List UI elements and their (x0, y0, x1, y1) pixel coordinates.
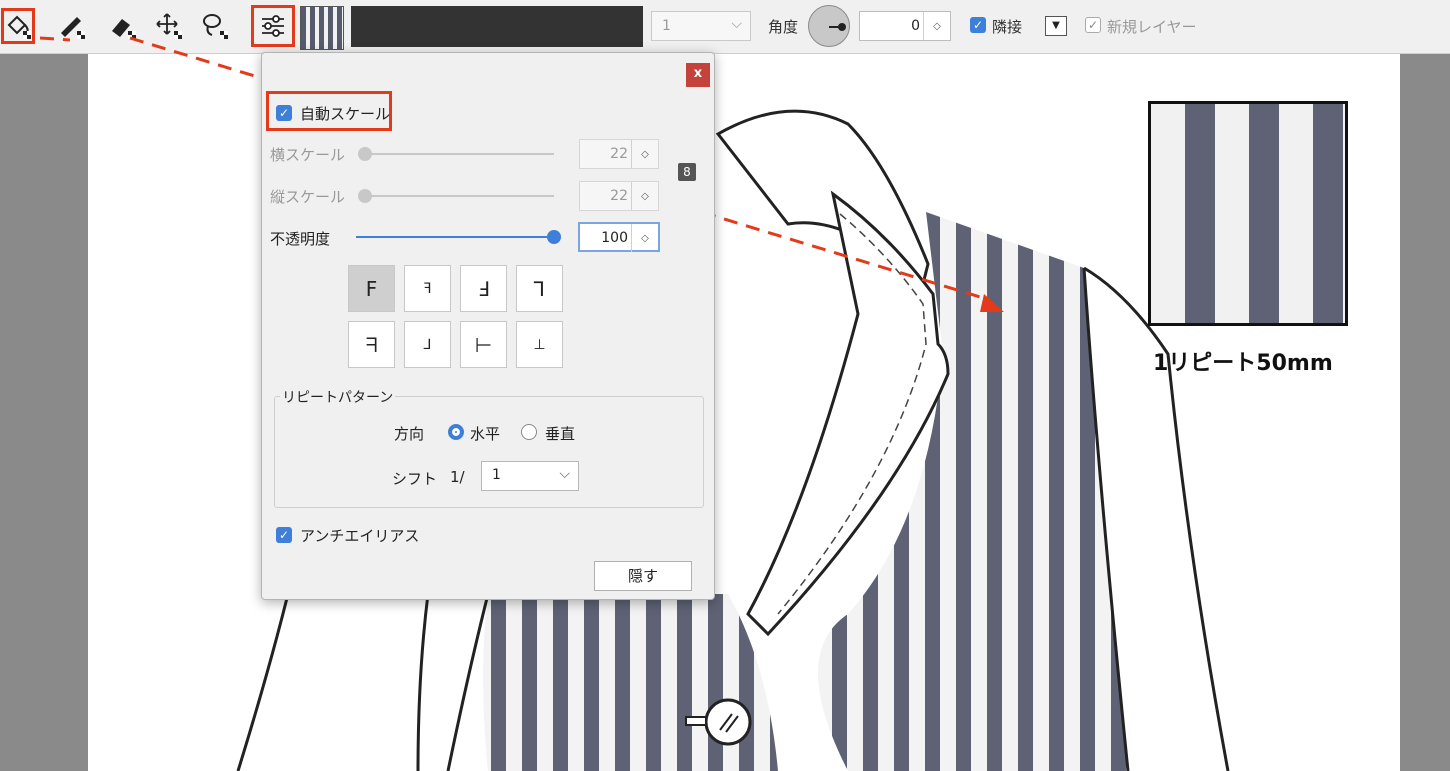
horizontal-radio[interactable] (448, 424, 464, 440)
flip-rotate-270-button[interactable]: ⅂ (516, 265, 563, 312)
opacity-knob[interactable] (547, 230, 561, 244)
flip-label: ⅂ (533, 276, 546, 301)
repeat-pattern-group (274, 396, 704, 508)
new-layer-checkbox[interactable]: ✓ (1085, 17, 1101, 33)
v-scale-input[interactable]: 22 ◇ (579, 181, 659, 211)
h-scale-value: 22 (610, 146, 628, 162)
vertical-label: 垂直 (545, 425, 576, 443)
size-select[interactable]: 1 ⌵ (651, 11, 751, 41)
flip-label: ᖷ (365, 332, 378, 357)
flip-mirror-button[interactable]: Ⅎ (460, 265, 507, 312)
adjacent-label: 隣接 (992, 18, 1023, 36)
auto-scale-label: 自動スケール (300, 105, 391, 123)
flip-vertical-90-button[interactable]: ⅃ (404, 321, 451, 368)
v-scale-knob[interactable] (358, 189, 372, 203)
sample-caption: 1リピート50mm (1153, 351, 1333, 376)
auto-scale-checkbox[interactable]: ✓ (276, 105, 292, 121)
flip-label: ⊢ (474, 332, 493, 357)
flip-rotate-180-button[interactable]: ⊢ (460, 321, 507, 368)
flip-label: Ⅎ (477, 276, 490, 301)
toolbar: 1 ⌵ 角度 0 ◇ ✓ 隣接 ▼ ✓ 新規レイヤー (0, 0, 1450, 54)
size-value: 1 (662, 18, 671, 34)
shift-label: シフト (392, 470, 438, 488)
opacity-slider[interactable] (356, 236, 554, 238)
fill-bucket-icon (7, 15, 31, 39)
direction-label: 方向 (394, 425, 425, 443)
pattern-sample-image (1148, 101, 1348, 326)
v-scale-slider[interactable] (362, 195, 554, 197)
move-icon (156, 13, 182, 39)
angle-label: 角度 (768, 18, 799, 36)
spinner-arrows-icon[interactable]: ◇ (631, 182, 658, 210)
pattern-settings-dialog: x ✓ 自動スケール 横スケール 22 ◇ 8 縦スケール 22 ◇ 不透明度 … (261, 52, 715, 600)
flip-label: ⊥ (533, 336, 546, 353)
flip-normal-label: F (365, 276, 378, 301)
adjacent-dropdown[interactable]: ▼ (1045, 16, 1067, 36)
h-scale-label: 横スケール (270, 146, 346, 164)
angle-input[interactable]: 0 ◇ (859, 11, 951, 41)
new-layer-label: 新規レイヤー (1107, 18, 1197, 36)
v-scale-label: 縦スケール (270, 188, 346, 206)
vertical-radio[interactable] (521, 424, 537, 440)
h-scale-knob[interactable] (358, 147, 372, 161)
brush-tool[interactable] (55, 8, 89, 44)
pattern-settings-button[interactable] (251, 5, 295, 47)
brush-icon (61, 17, 85, 39)
flip-label: ꟻ (423, 280, 432, 297)
opacity-input[interactable]: 100 ◇ (578, 222, 660, 252)
shift-value: 1 (492, 467, 501, 483)
opacity-value: 100 (601, 230, 628, 246)
shift-prefix: 1/ (450, 468, 465, 486)
move-tool[interactable] (152, 8, 186, 44)
chevron-down-icon: ⌵ (559, 466, 570, 482)
antialias-checkbox[interactable]: ✓ (276, 527, 292, 543)
spinner-arrows-icon[interactable]: ◇ (923, 12, 950, 40)
eraser-icon (112, 19, 136, 39)
eraser-tool[interactable] (106, 8, 140, 44)
pattern-swatch[interactable] (300, 6, 344, 50)
flip-vertical-270-button[interactable]: ⊥ (516, 321, 563, 368)
close-button[interactable]: x (686, 63, 710, 87)
angle-dial[interactable] (808, 5, 850, 47)
pattern-preview-field[interactable] (351, 6, 643, 47)
h-scale-input[interactable]: 22 ◇ (579, 139, 659, 169)
spinner-arrows-icon[interactable]: ◇ (631, 224, 658, 252)
hide-button[interactable]: 隠す (594, 561, 692, 591)
opacity-label: 不透明度 (270, 230, 331, 248)
lasso-tool[interactable] (198, 8, 232, 44)
link-scale-icon[interactable]: 8 (678, 163, 696, 181)
flip-rotate-90-button[interactable]: ꟻ (404, 265, 451, 312)
spinner-arrows-icon[interactable]: ◇ (631, 140, 658, 168)
antialias-label: アンチエイリアス (300, 527, 420, 545)
chevron-down-icon: ⌵ (731, 16, 742, 32)
flip-normal-button[interactable]: F (348, 265, 395, 312)
angle-value: 0 (911, 18, 920, 34)
settings-sliders-icon (262, 15, 284, 37)
v-scale-value: 22 (610, 188, 628, 204)
flip-vertical-button[interactable]: ᖷ (348, 321, 395, 368)
horizontal-label: 水平 (470, 425, 501, 443)
adjacent-checkbox[interactable]: ✓ (970, 17, 986, 33)
shift-select[interactable]: 1 ⌵ (481, 461, 579, 491)
h-scale-slider[interactable] (362, 153, 554, 155)
lasso-icon (203, 14, 228, 39)
repeat-group-title: リピートパターン (280, 387, 396, 407)
fill-bucket-tool[interactable] (1, 8, 35, 44)
flip-label: ⅃ (423, 336, 432, 353)
